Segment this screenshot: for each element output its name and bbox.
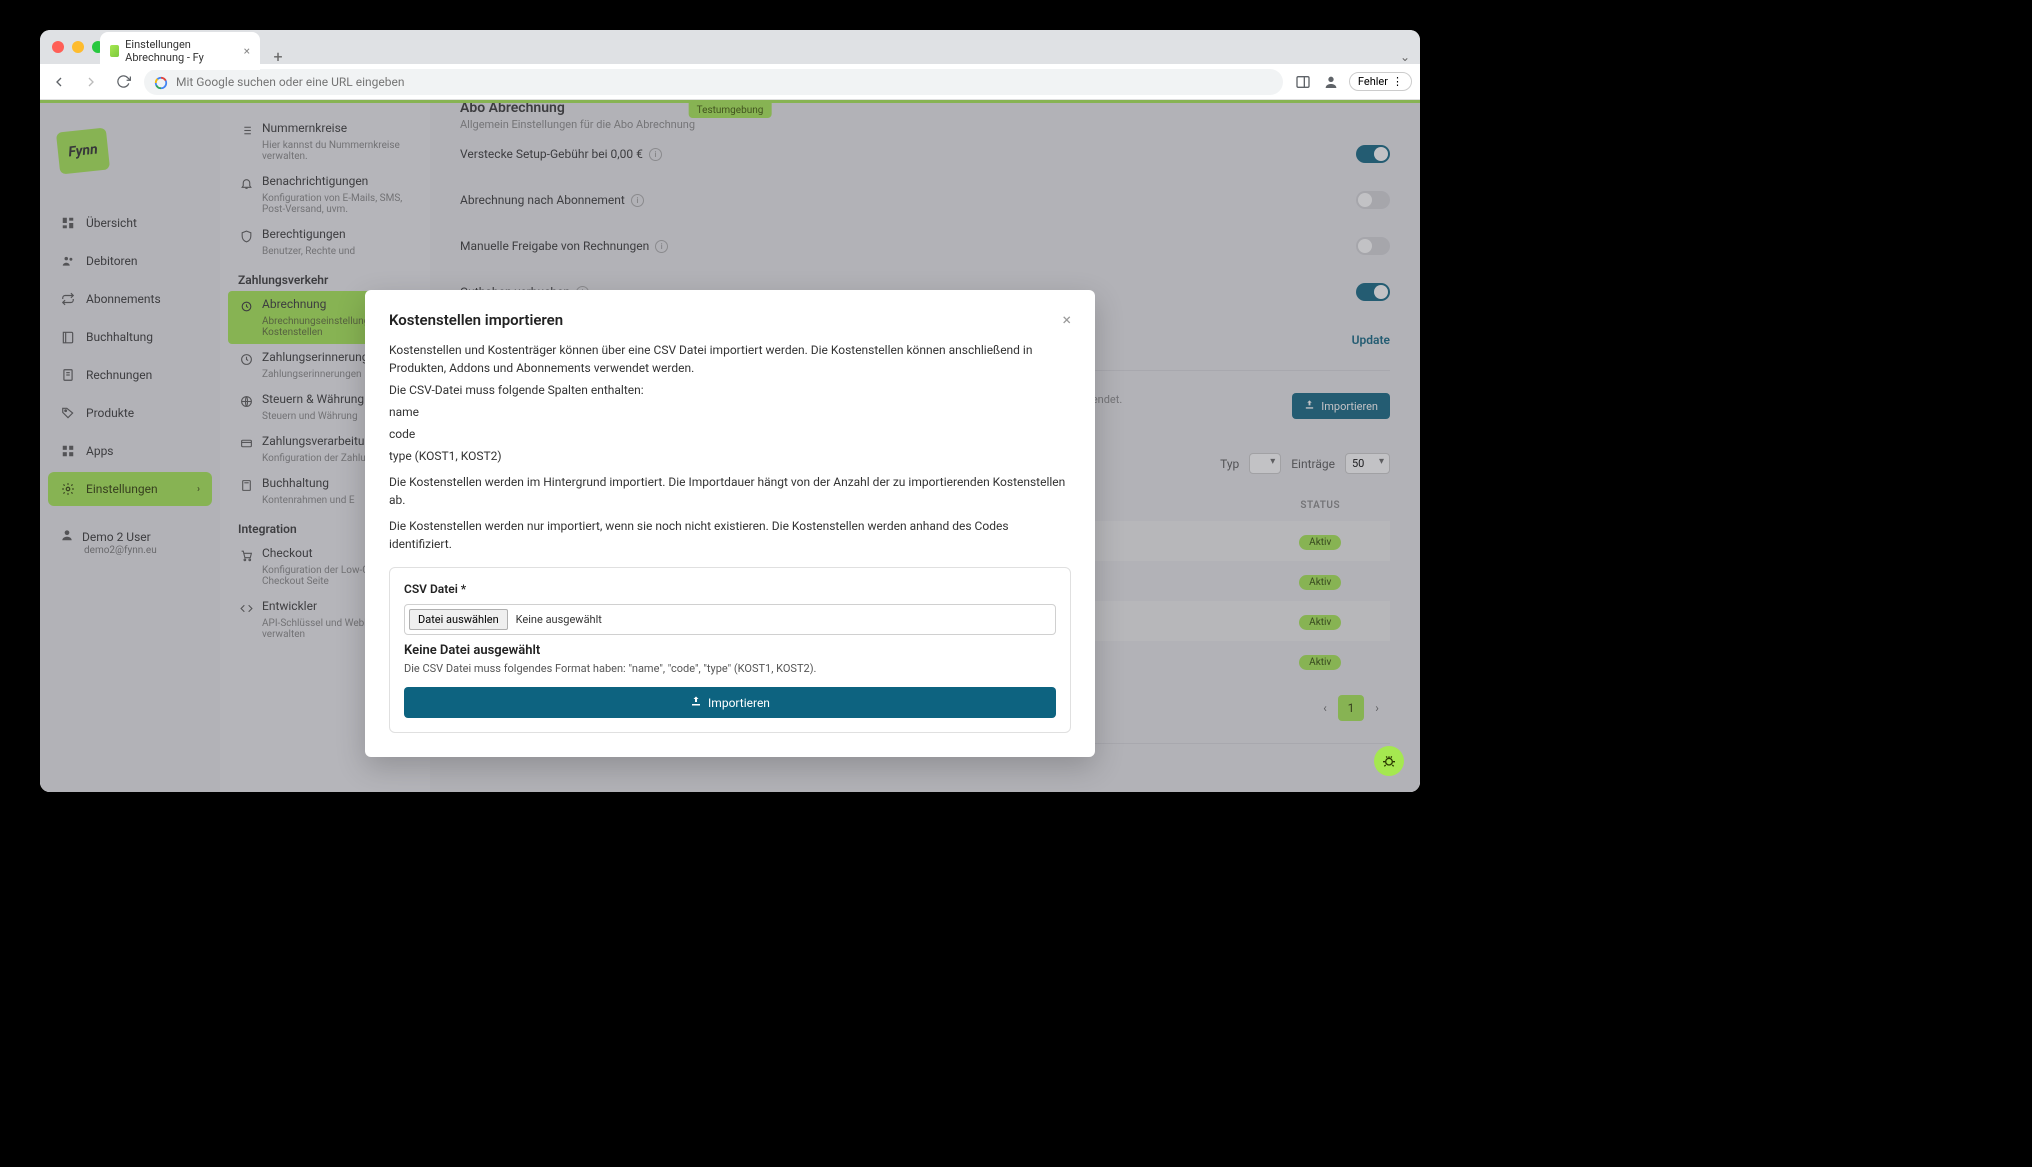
tab-favicon	[110, 45, 119, 57]
bug-fab[interactable]	[1374, 746, 1404, 776]
form-section: CSV Datei * Datei auswählen Keine ausgew…	[389, 567, 1071, 733]
app-body: Testumgebung Fynn Übersicht Debitoren Ab…	[40, 100, 1420, 792]
import-modal: Kostenstellen importieren × Kostenstelle…	[365, 290, 1095, 757]
tab-title: Einstellungen Abrechnung - Fy	[125, 38, 237, 64]
submit-import-button[interactable]: Importieren	[404, 687, 1056, 718]
google-icon	[154, 75, 168, 89]
upload-icon	[690, 695, 702, 710]
modal-p1: Kostenstellen und Kostenträger können üb…	[389, 341, 1071, 377]
back-button[interactable]	[48, 71, 70, 93]
reload-button[interactable]	[112, 71, 134, 93]
modal-col3: type (KOST1, KOST2)	[389, 447, 1071, 465]
address-right-icons: Fehler ⋮	[1293, 72, 1412, 92]
window-close-button[interactable]	[52, 41, 64, 53]
choose-file-button[interactable]: Datei auswählen	[409, 609, 508, 630]
file-status: Keine ausgewählt	[516, 613, 602, 626]
address-input-wrap[interactable]	[144, 69, 1283, 95]
tab-dropdown-icon[interactable]: ⌄	[1400, 50, 1410, 64]
bug-icon	[1381, 753, 1397, 769]
modal-col1: name	[389, 403, 1071, 421]
error-label: Fehler	[1358, 75, 1388, 88]
modal-p3: Die Kostenstellen werden im Hintergrund …	[389, 473, 1071, 509]
address-input[interactable]	[176, 75, 1273, 89]
close-icon[interactable]: ×	[1062, 310, 1071, 329]
forward-button[interactable]	[80, 71, 102, 93]
panel-icon[interactable]	[1293, 72, 1313, 92]
kebab-icon: ⋮	[1392, 75, 1403, 88]
browser-tab[interactable]: Einstellungen Abrechnung - Fy ×	[100, 32, 260, 70]
traffic-lights	[52, 41, 104, 53]
new-tab-button[interactable]: +	[268, 46, 288, 66]
modal-p4: Die Kostenstellen werden nur importiert,…	[389, 517, 1071, 553]
modal-overlay[interactable]: Kostenstellen importieren × Kostenstelle…	[40, 100, 1420, 792]
modal-p2: Die CSV-Datei muss folgende Spalten enth…	[389, 381, 1071, 399]
tab-close-icon[interactable]: ×	[244, 44, 250, 58]
error-pill[interactable]: Fehler ⋮	[1349, 72, 1412, 91]
modal-title: Kostenstellen importieren	[389, 311, 563, 329]
window-minimize-button[interactable]	[72, 41, 84, 53]
file-label: CSV Datei *	[404, 582, 1056, 596]
browser-window: Einstellungen Abrechnung - Fy × + ⌄	[40, 30, 1420, 792]
help-text: Die CSV Datei muss folgendes Format habe…	[404, 662, 1056, 675]
browser-tabs: Einstellungen Abrechnung - Fy × + ⌄	[100, 36, 1420, 64]
profile-icon[interactable]	[1321, 72, 1341, 92]
file-input[interactable]: Datei auswählen Keine ausgewählt	[404, 604, 1056, 635]
no-file-text: Keine Datei ausgewählt	[404, 643, 1056, 658]
modal-col2: code	[389, 425, 1071, 443]
